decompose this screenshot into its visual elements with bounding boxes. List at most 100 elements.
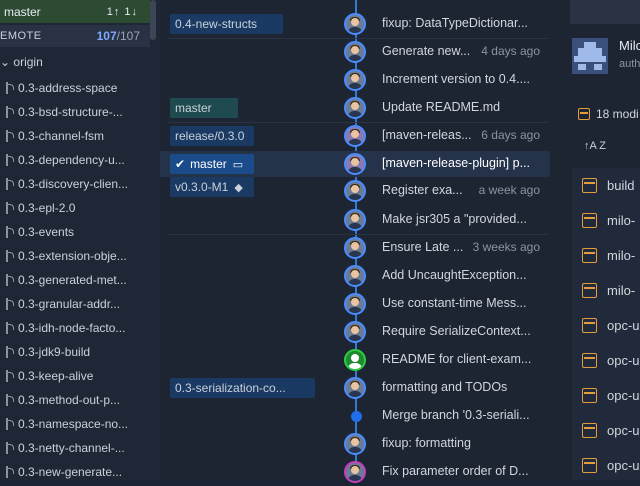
file-icon <box>582 458 597 473</box>
commit-message: Make jsr305 a "provided... <box>382 212 527 226</box>
branch-tag[interactable]: release/0.3.0 <box>170 126 254 146</box>
branch-icon <box>4 249 14 263</box>
branch-tag[interactable]: 0.3-serialization-co... <box>170 378 315 398</box>
file-icon <box>582 213 597 228</box>
branch-icon <box>4 417 14 431</box>
commit-row[interactable]: Use constant-time Mess... <box>160 290 550 318</box>
commit-row[interactable]: Make jsr305 a "provided... <box>160 206 550 234</box>
laptop-icon: ▭ <box>232 158 244 171</box>
details-header <box>570 0 640 24</box>
commit-row[interactable]: Require SerializeContext... <box>160 318 550 346</box>
commit-message: Add UncaughtException... <box>382 268 527 282</box>
commit-row[interactable]: Merge branch '0.3-seriali... <box>160 402 550 430</box>
commit-row[interactable]: Generate new... 4 days ago <box>160 38 550 66</box>
sidebar-branch-item[interactable]: 0.3-dependency-u... <box>0 148 160 172</box>
file-row[interactable]: milo- <box>572 273 640 308</box>
remote-branch-tag[interactable]: master <box>170 98 238 118</box>
sidebar-branch-item[interactable]: 0.3-bsd-structure-... <box>0 100 160 124</box>
commit-date: 4 days ago <box>477 44 540 58</box>
file-row[interactable]: opc-u <box>572 308 640 343</box>
modified-count[interactable]: 18 modi <box>578 107 639 121</box>
author-avatar <box>344 41 366 63</box>
author-avatar <box>344 97 366 119</box>
sidebar-branch-item[interactable]: 0.3-netty-channel-... <box>0 436 160 460</box>
current-branch-name: master <box>4 4 41 19</box>
branch-icon <box>4 201 14 215</box>
sidebar-branch-item[interactable]: 0.3-address-space <box>0 76 160 100</box>
branch-icon <box>4 441 14 455</box>
author-avatar <box>344 125 366 147</box>
author-avatar <box>344 153 366 175</box>
commit-row[interactable]: Fix parameter order of D... <box>160 458 550 486</box>
author-avatar <box>344 237 366 259</box>
branch-icon <box>4 177 14 191</box>
branch-icon <box>4 297 14 311</box>
sidebar-branch-item[interactable]: 0.3-granular-addr... <box>0 292 160 316</box>
commit-row[interactable]: v0.3.0-M1 ◆ Register exa... a week ago <box>160 177 550 205</box>
checkmark-icon: ✔ <box>175 157 186 171</box>
commit-date: a week ago <box>474 183 540 197</box>
file-row[interactable]: milo- <box>572 203 640 238</box>
sidebar-branch-item[interactable]: 0.3-epl-2.0 <box>0 196 160 220</box>
remote-section-header[interactable]: EMOTE 107/107 <box>0 25 150 47</box>
author-avatar <box>344 69 366 91</box>
sidebar-branch-item[interactable]: 0.3-events <box>0 220 160 244</box>
sidebar-branch-item[interactable]: 0.3-keep-alive <box>0 364 160 388</box>
branch-icon <box>4 273 14 287</box>
ahead-behind-indicator: 1↑ 1↓ <box>106 5 138 18</box>
sidebar-branch-item[interactable]: 0.3-discovery-clien... <box>0 172 160 196</box>
file-row[interactable]: milo- <box>572 238 640 273</box>
sidebar-branch-item[interactable]: 0.3-extension-obje... <box>0 244 160 268</box>
author-avatar <box>344 293 366 315</box>
remote-label: EMOTE <box>0 30 42 42</box>
branch-icon <box>4 153 14 167</box>
chevron-down-icon: ⌄ <box>0 55 11 69</box>
commit-graph: 0.4-new-structs fixup: DataTypeDictionar… <box>160 0 560 483</box>
sidebar-branch-item[interactable]: 0.3-channel-fsm <box>0 124 160 148</box>
tag-label[interactable]: v0.3.0-M1 ◆ <box>170 177 254 197</box>
commit-row[interactable]: 0.4-new-structs fixup: DataTypeDictionar… <box>160 10 550 38</box>
commit-date: 6 days ago <box>477 128 540 142</box>
commit-message: Update README.md <box>382 100 501 114</box>
branch-tag[interactable]: 0.4-new-structs <box>170 14 283 34</box>
author-avatar <box>344 321 366 343</box>
commit-message: Fix parameter order of D... <box>382 464 529 478</box>
remote-count: 107/107 <box>96 29 140 43</box>
commit-row[interactable]: master Update README.md <box>160 94 550 122</box>
commit-row[interactable]: 0.3-serialization-co... formatting and T… <box>160 374 550 402</box>
sidebar-branch-item[interactable]: 0.3-generated-met... <box>0 268 160 292</box>
commit-row[interactable]: fixup: formatting <box>160 430 550 458</box>
file-row[interactable]: build <box>572 168 640 203</box>
file-row[interactable]: opc-u <box>572 378 640 413</box>
sidebar-branch-item[interactable]: 0.3-jdk9-build <box>0 340 160 364</box>
checked-out-branch-tag[interactable]: ✔ master ▭ <box>170 154 254 174</box>
sidebar-branch-item[interactable]: 0.3-new-generate... <box>0 460 160 480</box>
file-row[interactable]: opc-u <box>572 413 640 448</box>
commit-row[interactable]: Increment version to 0.4.... <box>160 66 550 94</box>
author-role: auth <box>619 58 640 70</box>
sidebar: master 1↑ 1↓ EMOTE 107/107 ⌄ origin 0.3-… <box>0 0 160 480</box>
commit-row[interactable]: Ensure Late ... 3 weeks ago <box>160 234 550 262</box>
file-icon <box>582 248 597 263</box>
sidebar-scrollbar[interactable] <box>150 0 156 40</box>
commit-details-panel: Milo auth 18 modi ↑A Z build milo- milo-… <box>560 0 640 480</box>
file-icon <box>582 178 597 193</box>
file-icon <box>582 388 597 403</box>
commit-row[interactable]: Add UncaughtException... <box>160 262 550 290</box>
file-row[interactable]: opc-u <box>572 448 640 483</box>
tag-icon: ◆ <box>234 181 243 194</box>
commit-message: fixup: DataTypeDictionar... <box>382 16 528 30</box>
sidebar-branch-item[interactable]: 0.3-idh-node-facto... <box>0 316 160 340</box>
remote-origin[interactable]: ⌄ origin <box>0 55 43 69</box>
commit-row[interactable]: README for client-exam... <box>160 346 550 374</box>
commit-message: README for client-exam... <box>382 352 532 366</box>
commit-message: Use constant-time Mess... <box>382 296 527 310</box>
commit-message: Require SerializeContext... <box>382 324 531 338</box>
commit-row[interactable]: release/0.3.0 [maven-releas... 6 days ag… <box>160 122 550 150</box>
sort-az-button[interactable]: ↑A Z <box>584 140 606 152</box>
sidebar-branch-item[interactable]: 0.3-namespace-no... <box>0 412 160 436</box>
current-branch-row[interactable]: master 1↑ 1↓ <box>0 0 150 23</box>
commit-row-selected[interactable]: ✔ master ▭ [maven-release-plugin] p... <box>160 151 550 177</box>
sidebar-branch-item[interactable]: 0.3-method-out-p... <box>0 388 160 412</box>
file-row[interactable]: opc-u <box>572 343 640 378</box>
